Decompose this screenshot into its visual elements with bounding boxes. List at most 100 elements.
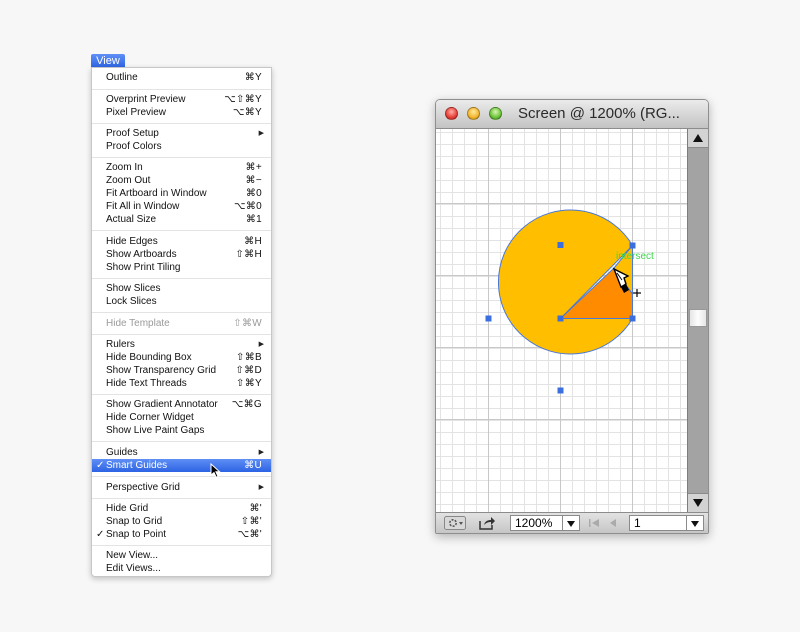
smart-guide-label: intersect — [616, 251, 654, 262]
scroll-down-button[interactable] — [688, 493, 708, 512]
minimize-button[interactable] — [467, 107, 480, 120]
menu-item-hide-text-threads[interactable]: Hide Text Threads ⇧⌘Y — [92, 377, 271, 390]
submenu-arrow-icon: ▶ — [258, 130, 264, 137]
menu-item-proof-setup[interactable]: Proof Setup ▶ — [92, 127, 271, 140]
menu-item-edit-views[interactable]: Edit Views... — [92, 562, 271, 575]
menu-item-zoom-in[interactable]: Zoom In ⌘+ — [92, 161, 271, 174]
close-button[interactable] — [445, 107, 458, 120]
menu-item-hide-grid[interactable]: Hide Grid ⌘' — [92, 502, 271, 515]
menu-separator — [92, 394, 271, 395]
zoom-level-field[interactable]: 1200% — [510, 515, 580, 531]
menu-item-snap-to-grid[interactable]: Snap to Grid ⇧⌘' — [92, 515, 271, 528]
menu-item-show-print-tiling[interactable]: Show Print Tiling — [92, 261, 271, 274]
menu-item-shortcut: ⌥⌘G — [231, 399, 262, 410]
menu-item-shortcut: ⌘− — [245, 175, 262, 186]
menu-item-lock-slices[interactable]: Lock Slices — [92, 295, 271, 308]
menu-item-shortcut: ⌥⇧⌘Y — [224, 94, 262, 105]
gear-icon[interactable] — [444, 516, 466, 530]
chevron-down-icon[interactable] — [686, 516, 703, 530]
previous-page-icon[interactable] — [608, 518, 618, 528]
menu-item-shortcut: ⌘0 — [245, 188, 262, 199]
page-number-field[interactable]: 1 — [629, 515, 704, 531]
menu-separator — [92, 89, 271, 90]
view-menu: Outline ⌘Y Overprint Preview ⌥⇧⌘Y Pixel Pr… — [91, 67, 272, 577]
menu-item-shortcut: ⌥⌘0 — [234, 201, 262, 212]
menu-item-hide-template: Hide Template ⇧⌘W — [92, 317, 271, 330]
menu-item-label: Perspective Grid — [106, 482, 180, 493]
menu-item-perspective-grid[interactable]: Perspective Grid ▶ — [92, 481, 271, 494]
menu-separator — [92, 545, 271, 546]
menu-item-label: Proof Setup — [106, 128, 159, 139]
menu-item-label: Overprint Preview — [106, 94, 186, 105]
menu-item-shortcut: ⇧⌘D — [235, 365, 262, 376]
menu-item-label: Show Artboards — [106, 249, 177, 260]
page-number-value: 1 — [634, 516, 641, 530]
checkmark-icon: ✓ — [96, 529, 105, 540]
menu-item-label: Outline — [106, 72, 138, 83]
menu-item-label: Lock Slices — [106, 296, 157, 307]
artboard-canvas[interactable]: intersect — [436, 129, 687, 512]
artwork — [436, 129, 687, 512]
menu-separator — [92, 476, 271, 477]
menu-item-label: Zoom Out — [106, 175, 151, 186]
menu-item-hide-corner-widget[interactable]: Hide Corner Widget — [92, 411, 271, 424]
menu-item-show-artboards[interactable]: Show Artboards ⇧⌘H — [92, 248, 271, 261]
menu-item-label: Proof Colors — [106, 141, 162, 152]
zoom-level-value: 1200% — [515, 516, 553, 530]
menu-item-fit-artboard[interactable]: Fit Artboard in Window ⌘0 — [92, 187, 271, 200]
menu-item-label: Guides — [106, 447, 138, 458]
scroll-thumb[interactable] — [689, 309, 707, 327]
window-titlebar[interactable]: Screen @ 1200% (RG... — [436, 100, 708, 129]
menu-item-label: Actual Size — [106, 214, 157, 225]
menu-item-label: Snap to Grid — [106, 516, 163, 527]
menu-item-shortcut: ⇧⌘Y — [236, 378, 262, 389]
menu-item-rulers[interactable]: Rulers ▶ — [92, 338, 271, 351]
crosshair-icon — [633, 289, 641, 297]
menu-item-proof-colors[interactable]: Proof Colors — [92, 140, 271, 153]
menu-item-label: Fit Artboard in Window — [106, 188, 207, 199]
menu-item-shortcut: ⌘' — [249, 503, 262, 514]
menu-item-outline[interactable]: Outline ⌘Y — [92, 71, 271, 84]
menu-item-actual-size[interactable]: Actual Size ⌘1 — [92, 213, 271, 226]
menu-item-zoom-out[interactable]: Zoom Out ⌘− — [92, 174, 271, 187]
menu-item-smart-guides[interactable]: ✓ Smart Guides ⌘U — [92, 459, 271, 472]
menu-item-label: Hide Edges — [106, 236, 158, 247]
menu-item-shortcut: ⇧⌘H — [235, 249, 262, 260]
menu-item-show-gradient-annotator[interactable]: Show Gradient Annotator ⌥⌘G — [92, 398, 271, 411]
menu-item-label: Zoom In — [106, 162, 143, 173]
menu-item-label: Rulers — [106, 339, 135, 350]
menu-item-overprint-preview[interactable]: Overprint Preview ⌥⇧⌘Y — [92, 93, 271, 106]
submenu-arrow-icon: ▶ — [258, 341, 264, 348]
menu-item-label: Fit All in Window — [106, 201, 180, 212]
checkmark-icon: ✓ — [96, 460, 105, 471]
vertical-scrollbar[interactable] — [687, 129, 708, 512]
chevron-down-icon[interactable] — [562, 516, 579, 530]
menu-separator — [92, 334, 271, 335]
scroll-up-button[interactable] — [688, 129, 708, 148]
menu-item-pixel-preview[interactable]: Pixel Preview ⌥⌘Y — [92, 106, 271, 119]
menu-item-new-view[interactable]: New View... — [92, 549, 271, 562]
menu-item-show-live-paint-gaps[interactable]: Show Live Paint Gaps — [92, 424, 271, 437]
menu-item-show-transparency-grid[interactable]: Show Transparency Grid ⇧⌘D — [92, 364, 271, 377]
menu-item-shortcut: ⇧⌘B — [236, 352, 262, 363]
menu-item-shortcut: ⌘U — [244, 460, 262, 471]
menu-item-shortcut: ⌘H — [244, 236, 262, 247]
menu-separator — [92, 230, 271, 231]
share-icon[interactable] — [478, 516, 496, 530]
menu-item-snap-to-point[interactable]: ✓ Snap to Point ⌥⌘' — [92, 528, 271, 541]
zoom-button[interactable] — [489, 107, 502, 120]
menu-item-shortcut: ⌘1 — [245, 214, 262, 225]
menu-item-label: Pixel Preview — [106, 107, 167, 118]
menu-item-guides[interactable]: Guides ▶ — [92, 446, 271, 459]
view-menu-title[interactable]: View — [91, 54, 125, 68]
menu-item-label: Show Slices — [106, 283, 161, 294]
menu-item-show-slices[interactable]: Show Slices — [92, 282, 271, 295]
menu-item-label: Edit Views... — [106, 563, 161, 574]
menu-separator — [92, 441, 271, 442]
menu-separator — [92, 498, 271, 499]
menu-item-label: Smart Guides — [106, 460, 168, 471]
menu-item-hide-edges[interactable]: Hide Edges ⌘H — [92, 235, 271, 248]
first-page-icon[interactable] — [588, 518, 602, 528]
menu-item-hide-bounding-box[interactable]: Hide Bounding Box ⇧⌘B — [92, 351, 271, 364]
menu-item-fit-all[interactable]: Fit All in Window ⌥⌘0 — [92, 200, 271, 213]
